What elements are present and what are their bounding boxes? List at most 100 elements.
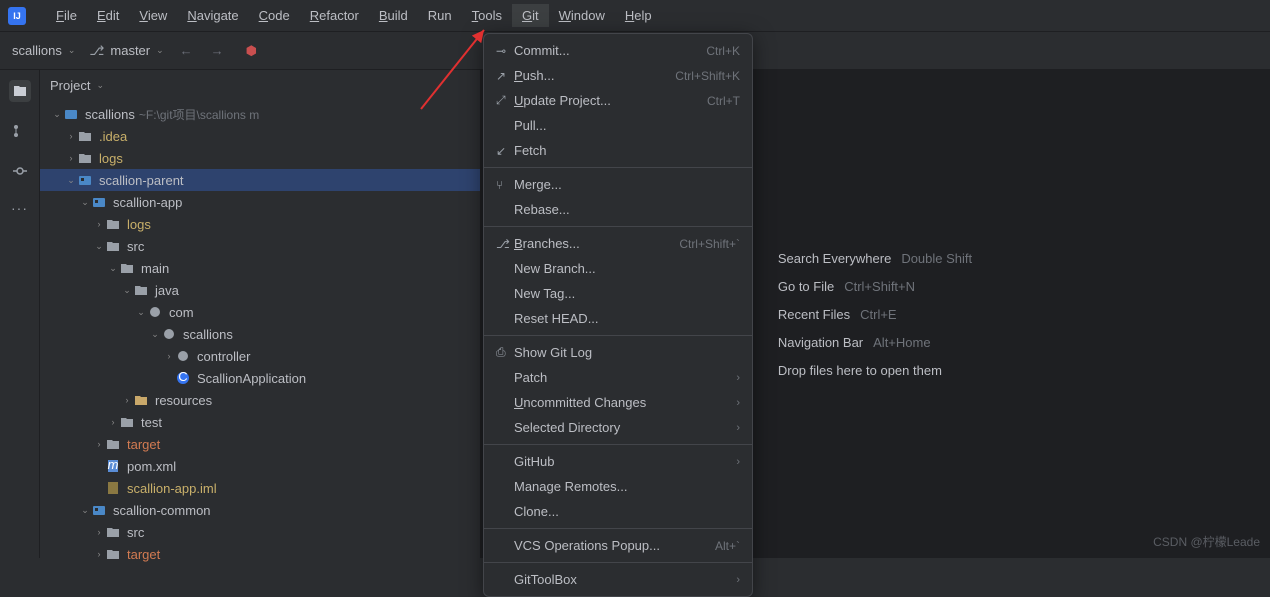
menu-item-label: Commit... bbox=[514, 43, 706, 58]
git-menu-item[interactable]: ⤢Update Project...Ctrl+T bbox=[484, 88, 752, 113]
menu-item-label: GitToolBox bbox=[514, 572, 736, 587]
tree-row[interactable]: ⌄ scallion-app bbox=[40, 191, 480, 213]
pkg-icon bbox=[176, 349, 192, 363]
expand-icon[interactable]: ⌄ bbox=[64, 175, 78, 186]
separator bbox=[484, 167, 752, 168]
project-panel: Project ⌄ ⌄scallions~F:\git项目\scallions … bbox=[40, 70, 480, 558]
expand-icon[interactable]: › bbox=[106, 417, 120, 427]
expand-icon[interactable]: › bbox=[64, 131, 78, 141]
git-menu-item[interactable]: New Branch... bbox=[484, 256, 752, 281]
menu-item-label: New Tag... bbox=[514, 286, 740, 301]
git-menu-item[interactable]: Rebase... bbox=[484, 197, 752, 222]
git-menu-item[interactable]: New Tag... bbox=[484, 281, 752, 306]
log-icon: ⎙ bbox=[496, 345, 514, 360]
tree-node-name: ScallionApplication bbox=[197, 371, 306, 386]
tree-node-name: scallion-parent bbox=[99, 173, 184, 188]
git-menu-item[interactable]: ↗Push...Ctrl+Shift+K bbox=[484, 63, 752, 88]
git-menu-item[interactable]: Manage Remotes... bbox=[484, 474, 752, 499]
tree-row[interactable]: ⌄java bbox=[40, 279, 480, 301]
expand-icon[interactable]: › bbox=[92, 219, 106, 229]
git-menu-item[interactable]: Pull... bbox=[484, 113, 752, 138]
menu-view[interactable]: View bbox=[129, 4, 177, 27]
tree-row[interactable]: ⌄ scallion-parent bbox=[40, 169, 480, 191]
expand-icon[interactable]: ⌄ bbox=[120, 285, 134, 296]
structure-tool-icon[interactable] bbox=[9, 120, 31, 142]
expand-icon[interactable]: ⌄ bbox=[78, 197, 92, 208]
menu-file[interactable]: File bbox=[46, 4, 87, 27]
git-menu-item[interactable]: ⊸Commit...Ctrl+K bbox=[484, 38, 752, 63]
menu-git[interactable]: Git bbox=[512, 4, 549, 27]
git-menu-item[interactable]: GitHub› bbox=[484, 449, 752, 474]
expand-icon[interactable]: ⌄ bbox=[106, 263, 120, 274]
tree-row[interactable]: ›controller bbox=[40, 345, 480, 367]
tree-row[interactable]: ⌄scallions~F:\git项目\scallions m bbox=[40, 103, 480, 125]
git-menu-item[interactable]: Clone... bbox=[484, 499, 752, 524]
tree-row[interactable]: ›.idea bbox=[40, 125, 480, 147]
tree-node-name: scallion-app bbox=[113, 195, 182, 210]
tree-row[interactable]: ⌄scallions bbox=[40, 323, 480, 345]
menu-run[interactable]: Run bbox=[418, 4, 462, 27]
git-menu-item[interactable]: GitToolBox› bbox=[484, 567, 752, 592]
expand-icon[interactable]: › bbox=[64, 153, 78, 163]
git-menu-item[interactable]: ↙Fetch bbox=[484, 138, 752, 163]
expand-icon[interactable]: › bbox=[92, 439, 106, 449]
project-tool-icon[interactable] bbox=[9, 80, 31, 102]
menu-tools[interactable]: Tools bbox=[462, 4, 512, 27]
tree-row[interactable]: ⌄src bbox=[40, 235, 480, 257]
menu-edit[interactable]: Edit bbox=[87, 4, 129, 27]
more-tools-icon[interactable]: ··· bbox=[11, 200, 28, 216]
tree-row[interactable]: CScallionApplication bbox=[40, 367, 480, 389]
expand-icon[interactable]: ⌄ bbox=[78, 505, 92, 516]
expand-icon[interactable]: › bbox=[162, 351, 176, 361]
tree-row[interactable]: ⌄main bbox=[40, 257, 480, 279]
git-menu-item[interactable]: Selected Directory› bbox=[484, 415, 752, 440]
expand-icon[interactable]: ⌄ bbox=[148, 329, 162, 340]
git-menu-item[interactable]: Patch› bbox=[484, 365, 752, 390]
project-header[interactable]: Project ⌄ bbox=[40, 70, 480, 101]
nav-back-button[interactable]: ← bbox=[178, 43, 195, 58]
nav-forward-button[interactable]: → bbox=[209, 43, 226, 58]
git-menu-item[interactable]: Uncommitted Changes› bbox=[484, 390, 752, 415]
menu-build[interactable]: Build bbox=[369, 4, 418, 27]
git-menu-item[interactable]: VCS Operations Popup...Alt+` bbox=[484, 533, 752, 558]
menu-code[interactable]: Code bbox=[249, 4, 300, 27]
expand-icon[interactable]: ⌄ bbox=[134, 307, 148, 318]
stop-icon[interactable]: ⬢ bbox=[246, 43, 257, 59]
menu-refactor[interactable]: Refactor bbox=[300, 4, 369, 27]
welcome-hint: Navigation BarAlt+Home bbox=[778, 334, 972, 351]
tree-node-name: scallion-app.iml bbox=[127, 481, 217, 496]
git-menu-item[interactable]: ⎇Branches...Ctrl+Shift+` bbox=[484, 231, 752, 256]
tree-row[interactable]: mpom.xml bbox=[40, 455, 480, 477]
menu-help[interactable]: Help bbox=[615, 4, 662, 27]
git-menu-item[interactable]: Reset HEAD... bbox=[484, 306, 752, 331]
expand-icon[interactable]: ⌄ bbox=[92, 241, 106, 252]
menu-item-label: Branches... bbox=[514, 236, 679, 251]
project-selector[interactable]: scallions ⌄ bbox=[12, 43, 75, 58]
tree-row[interactable]: ›resources bbox=[40, 389, 480, 411]
menu-navigate[interactable]: Navigate bbox=[177, 4, 248, 27]
pkg-icon bbox=[148, 305, 164, 319]
tree-row[interactable]: ›src bbox=[40, 521, 480, 543]
submenu-arrow-icon: › bbox=[736, 397, 740, 409]
tree-row[interactable]: scallion-app.iml bbox=[40, 477, 480, 499]
menu-item-label: Selected Directory bbox=[514, 420, 736, 435]
hint-label: Go to File bbox=[778, 279, 834, 294]
menu-window[interactable]: Window bbox=[549, 4, 615, 27]
commit-tool-icon[interactable] bbox=[9, 160, 31, 182]
tree-row[interactable]: ›target bbox=[40, 543, 480, 565]
git-menu-item[interactable]: ⑂Merge... bbox=[484, 172, 752, 197]
tree-node-name: com bbox=[169, 305, 194, 320]
expand-icon[interactable]: › bbox=[92, 527, 106, 537]
chevron-down-icon: ⌄ bbox=[156, 45, 164, 56]
tree-row[interactable]: ⌄scallion-common bbox=[40, 499, 480, 521]
branch-selector[interactable]: ⎇ master ⌄ bbox=[89, 43, 163, 59]
git-menu-item[interactable]: ⎙Show Git Log bbox=[484, 340, 752, 365]
tree-row[interactable]: ›target bbox=[40, 433, 480, 455]
tree-row[interactable]: ›logs bbox=[40, 213, 480, 235]
tree-row[interactable]: ›test bbox=[40, 411, 480, 433]
tree-row[interactable]: ›logs bbox=[40, 147, 480, 169]
expand-icon[interactable]: ⌄ bbox=[50, 109, 64, 120]
expand-icon[interactable]: › bbox=[120, 395, 134, 405]
submenu-arrow-icon: › bbox=[736, 574, 740, 586]
tree-row[interactable]: ⌄ com bbox=[40, 301, 480, 323]
